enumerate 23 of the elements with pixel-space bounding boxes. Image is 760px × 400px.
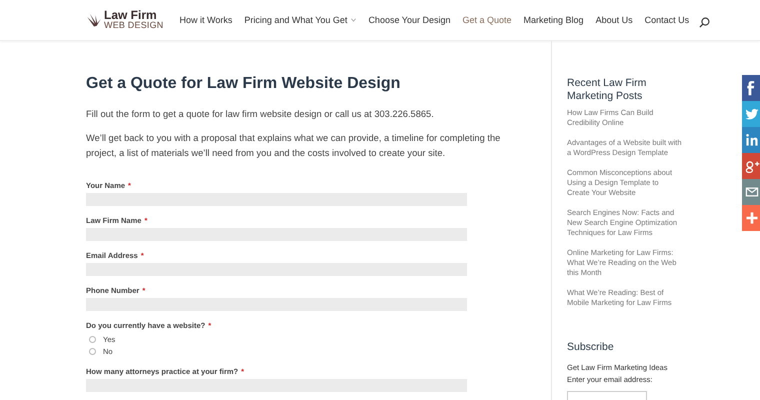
sidebar-heading: Subscribe xyxy=(567,341,614,354)
share-button[interactable] xyxy=(742,153,760,179)
sidebar-heading: Recent Law Firm Marketing Posts xyxy=(567,77,648,103)
nav-link[interactable]: About Us xyxy=(590,15,639,25)
nav-link[interactable]: How it Works xyxy=(174,15,238,25)
share-button[interactable] xyxy=(742,75,760,101)
logo-name[interactable]: Law Firm xyxy=(104,10,164,21)
nav-link[interactable]: Contact Us xyxy=(638,15,696,25)
nav-link[interactable]: Get a Quote xyxy=(456,15,518,25)
radio-button[interactable] xyxy=(89,336,96,342)
nav-link[interactable]: Marketing Blog xyxy=(518,15,590,25)
paragraph: Fill out the form to get a quote for law firm website design or call us at 303.226.5865. xyxy=(86,108,435,121)
page-title: Get a Quote for Law Firm Website Design xyxy=(86,75,402,93)
share-button[interactable] xyxy=(742,205,760,231)
share-button[interactable] xyxy=(742,127,760,153)
paragraph: We’ll get back to you with a proposal that explains what we can provide, a timeline for completing the project, a list of materials we’ll need from you and the costs involved to create your site. xyxy=(86,132,502,160)
nav-link[interactable]: Pricing and What You Get xyxy=(238,15,362,25)
radio-button[interactable] xyxy=(89,348,96,354)
logo-tagline: WEB DESIGN xyxy=(104,21,164,30)
logo-icon xyxy=(86,12,102,28)
share-button[interactable] xyxy=(742,179,760,205)
nav-link[interactable]: Choose Your Design xyxy=(362,15,456,25)
search-icon[interactable] xyxy=(699,16,710,28)
